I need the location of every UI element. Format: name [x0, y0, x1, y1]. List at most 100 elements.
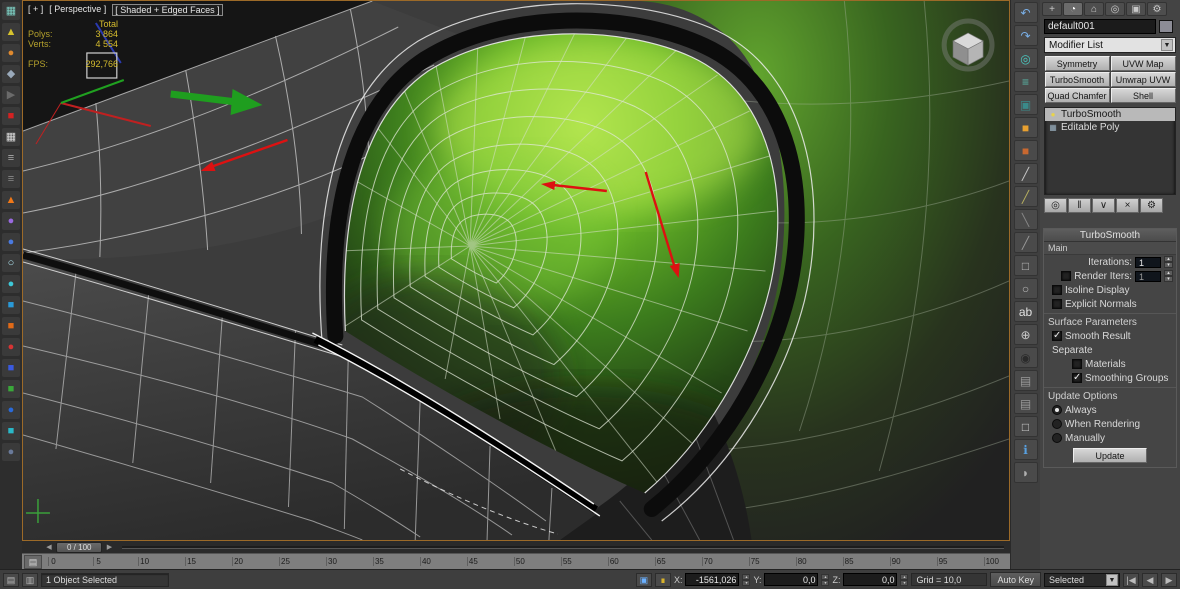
flame-icon[interactable]: ▲: [2, 191, 20, 209]
sea-icon[interactable]: ●: [2, 401, 20, 419]
grass-icon[interactable]: ■: [2, 380, 20, 398]
pencil-icon[interactable]: ╱: [1013, 163, 1038, 184]
viewport-pov-menu[interactable]: [ Perspective ]: [49, 4, 106, 16]
configure-modifier-sets-button[interactable]: ⚙: [1140, 198, 1163, 213]
mirror-icon[interactable]: ■: [2, 107, 20, 125]
monitor2-icon[interactable]: ▤: [1013, 393, 1038, 414]
pen-icon[interactable]: ╲: [1013, 209, 1038, 230]
material-sphere-icon[interactable]: ●: [2, 44, 20, 62]
material-editor-icon[interactable]: ■: [1013, 117, 1038, 138]
bind-icon[interactable]: ●: [2, 233, 20, 251]
crosshair-icon[interactable]: ⊕: [1013, 324, 1038, 345]
tab-hierarchy-icon[interactable]: ⌂: [1084, 2, 1104, 16]
ocean-icon[interactable]: ■: [2, 296, 20, 314]
tab-utilities-icon[interactable]: ⚙: [1147, 2, 1167, 16]
update-button[interactable]: Update: [1073, 448, 1147, 463]
isolate-selection-icon[interactable]: ▣: [635, 572, 652, 587]
render-iters-spinner[interactable]: ▴ ▾: [1164, 270, 1173, 282]
explicit-normals-checkbox[interactable]: [1052, 299, 1062, 309]
rollout-header[interactable]: TurboSmooth: [1044, 229, 1176, 242]
uvw-map-button[interactable]: UVW Map: [1110, 56, 1176, 71]
angle-snap-icon[interactable]: ◆: [2, 65, 20, 83]
selection-lock-icon[interactable]: ∎: [654, 572, 671, 587]
graphite-tools-icon[interactable]: ▣: [1013, 94, 1038, 115]
marquee-select-icon[interactable]: □: [1013, 255, 1038, 276]
time-slider-track[interactable]: [122, 545, 1004, 549]
z-coordinate-field[interactable]: 0,0: [843, 573, 898, 586]
perspective-viewport[interactable]: [ + ] [ Perspective ] [ Shaded + Edged F…: [22, 0, 1010, 541]
time-slider[interactable]: ◀ 0 / 100 ▶: [22, 541, 1010, 553]
snow-icon[interactable]: ○: [2, 254, 20, 272]
viewport-plus-menu[interactable]: [ + ]: [28, 4, 43, 16]
isoline-display-checkbox[interactable]: [1052, 285, 1062, 295]
viewport-shading-menu[interactable]: [ Shaded + Edged Faces ]: [112, 4, 223, 16]
scene-explorer-icon[interactable]: ▥: [22, 572, 38, 587]
show-end-result-button[interactable]: ‖: [1068, 198, 1091, 213]
select-object-icon[interactable]: ◎: [1013, 48, 1038, 69]
x-spinner[interactable]: ▴ ▾: [742, 573, 751, 586]
monitor-icon[interactable]: ▤: [1013, 370, 1038, 391]
mini-curve-editor-icon[interactable]: ▤: [24, 554, 42, 569]
text-tool-icon[interactable]: ab: [1013, 301, 1038, 322]
modifier-enable-icon[interactable]: ●: [1048, 110, 1058, 119]
render-iters-field[interactable]: 1: [1135, 270, 1161, 282]
record-icon[interactable]: ◉: [1013, 347, 1038, 368]
ice-icon[interactable]: ■: [2, 422, 20, 440]
array-icon[interactable]: ≡: [2, 170, 20, 188]
symmetry-button[interactable]: Symmetry: [1044, 56, 1110, 71]
tab-create-icon[interactable]: +: [1042, 2, 1062, 16]
z-spinner[interactable]: ▴ ▾: [900, 573, 909, 586]
knife-icon[interactable]: ╱: [1013, 232, 1038, 253]
object-color-swatch[interactable]: [1159, 20, 1173, 33]
redo-view-icon[interactable]: ↷: [1013, 25, 1038, 46]
space-warp-icon[interactable]: ●: [2, 212, 20, 230]
sky-icon[interactable]: ■: [2, 359, 20, 377]
teapot-icon[interactable]: ◗: [1013, 462, 1038, 483]
smooth-result-checkbox[interactable]: [1052, 330, 1062, 341]
materials-checkbox[interactable]: [1072, 359, 1082, 369]
go-to-start-button[interactable]: |◀: [1123, 572, 1139, 587]
when-rendering-radio[interactable]: [1052, 419, 1062, 429]
layer-manager-icon[interactable]: ≡: [1013, 71, 1038, 92]
smoothing-groups-checkbox[interactable]: [1072, 372, 1082, 383]
always-radio[interactable]: [1052, 405, 1062, 415]
y-coordinate-field[interactable]: 0,0: [764, 573, 819, 586]
iterations-field[interactable]: 1: [1135, 256, 1161, 268]
grid-icon[interactable]: ▦: [2, 128, 20, 146]
turbosmooth-button[interactable]: TurboSmooth: [1044, 72, 1110, 87]
tab-display-icon[interactable]: ▣: [1126, 2, 1146, 16]
document-icon[interactable]: □: [1013, 416, 1038, 437]
water-drop-icon[interactable]: ●: [2, 275, 20, 293]
maxscript-mini-listener-icon[interactable]: ▤: [3, 572, 19, 587]
selection-set-dropdown[interactable]: Selected ▼: [1044, 572, 1120, 587]
modifier-stack[interactable]: ● TurboSmooth ▦ Editable Poly: [1044, 107, 1176, 195]
auto-key-button[interactable]: Auto Key: [990, 572, 1041, 587]
stack-item-turbosmooth[interactable]: ● TurboSmooth: [1045, 108, 1175, 121]
manually-radio[interactable]: [1052, 433, 1062, 443]
unwrap-uvw-button[interactable]: Unwrap UVW: [1110, 72, 1176, 87]
undo-view-icon[interactable]: ↶: [1013, 2, 1038, 23]
time-slider-handle[interactable]: 0 / 100: [56, 541, 103, 553]
modifier-enable-icon[interactable]: ▦: [1048, 123, 1058, 132]
modifier-list-dropdown[interactable]: Modifier List ▼: [1044, 37, 1176, 53]
x-coordinate-field[interactable]: -1561,026: [685, 573, 740, 586]
measure-icon[interactable]: ╱: [1013, 186, 1038, 207]
render-iters-checkbox[interactable]: [1061, 271, 1072, 281]
make-unique-button[interactable]: ∨: [1092, 198, 1115, 213]
track-bar[interactable]: ▤ 0 5 10 15 20 25 30 35 40 45 50 55 60 65 70 75 80 85 90 95…: [22, 553, 1010, 569]
y-spinner[interactable]: ▴ ▾: [821, 573, 830, 586]
snaps-toggle-icon[interactable]: ▲: [2, 23, 20, 41]
info-icon[interactable]: ℹ: [1013, 439, 1038, 460]
remove-modifier-button[interactable]: ×: [1116, 198, 1139, 213]
select-link-icon[interactable]: ▦: [2, 2, 20, 20]
quad-chamfer-button[interactable]: Quad Chamfer: [1044, 88, 1110, 103]
iterations-spinner[interactable]: ▴ ▾: [1164, 256, 1173, 268]
play-arrow-icon[interactable]: ▶: [2, 86, 20, 104]
circle-select-icon[interactable]: ○: [1013, 278, 1038, 299]
stone-icon[interactable]: ●: [2, 443, 20, 461]
stack-item-editable-poly[interactable]: ▦ Editable Poly: [1045, 121, 1175, 134]
next-frame-button[interactable]: ▶: [104, 543, 114, 551]
previous-frame-button[interactable]: ◀: [44, 543, 54, 551]
pin-stack-button[interactable]: ◎: [1044, 198, 1067, 213]
play-button[interactable]: ▶: [1161, 572, 1177, 587]
